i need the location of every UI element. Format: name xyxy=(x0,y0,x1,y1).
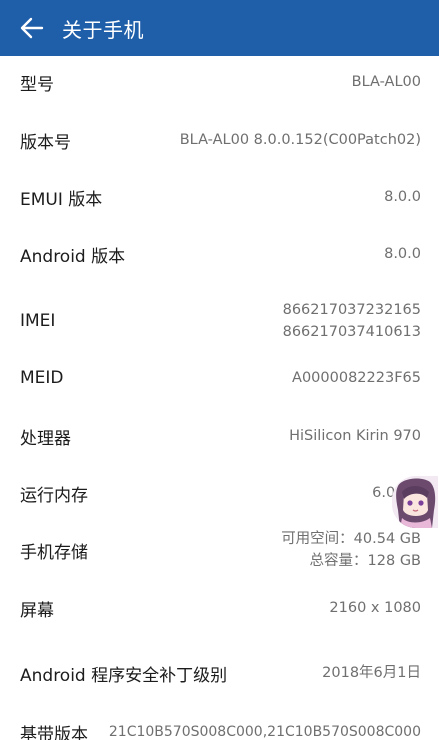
anime-avatar-icon xyxy=(392,476,438,528)
app-bar: 关于手机 xyxy=(0,0,439,56)
row-label: 手机存储 xyxy=(20,542,88,563)
info-row-security-patch[interactable]: Android 程序安全补丁级别 2018年6月1日 xyxy=(0,644,439,702)
row-label: 型号 xyxy=(20,74,54,95)
info-row-storage[interactable]: 手机存储 可用空间：40.54 GB 总容量：128 GB xyxy=(0,520,439,580)
row-value: A0000082223F65 xyxy=(292,370,421,386)
row-value: BLA-AL00 xyxy=(351,74,421,90)
back-button[interactable] xyxy=(4,0,60,56)
page-title: 关于手机 xyxy=(62,17,144,42)
row-label: 基带版本 xyxy=(20,724,88,740)
info-row-ram[interactable]: 运行内存 6.0 GB xyxy=(0,465,439,521)
row-value: 21C10B570S008C000,21C10B570S008C000 xyxy=(108,724,421,740)
imei-1: 866217037232165 xyxy=(282,302,421,318)
row-value: 2160 x 1080 xyxy=(329,600,421,616)
row-value: 866217037232165 866217037410613 xyxy=(283,299,421,343)
info-row-baseband[interactable]: 基带版本 21C10B570S008C000,21C10B570S008C000 xyxy=(0,712,439,740)
row-label: IMEI xyxy=(20,311,56,331)
floating-avatar[interactable] xyxy=(392,476,438,528)
back-arrow-icon xyxy=(20,17,44,39)
row-value: 8.0.0 xyxy=(384,189,421,205)
info-row-emui-version[interactable]: EMUI 版本 8.0.0 xyxy=(0,170,439,224)
row-value: HiSilicon Kirin 970 xyxy=(289,428,421,444)
row-label: Android 程序安全补丁级别 xyxy=(20,665,228,686)
row-label: 运行内存 xyxy=(20,485,88,506)
row-value: 8.0.0 xyxy=(384,246,421,262)
row-label: 处理器 xyxy=(20,428,71,449)
imei-2: 866217037410613 xyxy=(282,324,421,340)
about-phone-screen: 关于手机 型号 BLA-AL00 版本号 BLA-AL00 8.0.0.152(… xyxy=(0,0,439,740)
info-row-imei[interactable]: IMEI 866217037232165 866217037410613 xyxy=(0,290,439,352)
storage-total: 总容量：128 GB xyxy=(309,553,421,569)
info-row-meid[interactable]: MEID A0000082223F65 xyxy=(0,350,439,406)
row-value: 可用空间：40.54 GB 总容量：128 GB xyxy=(281,528,421,572)
info-row-model[interactable]: 型号 BLA-AL00 xyxy=(0,56,439,108)
row-label: EMUI 版本 xyxy=(20,189,103,210)
row-label: 屏幕 xyxy=(20,600,54,621)
row-value: BLA-AL00 8.0.0.152(C00Patch02) xyxy=(179,132,421,148)
storage-available: 可用空间：40.54 GB xyxy=(281,531,421,547)
row-value: 2018年6月1日 xyxy=(322,665,421,681)
row-label: Android 版本 xyxy=(20,246,126,267)
row-label: MEID xyxy=(20,368,64,388)
info-row-android-version[interactable]: Android 版本 8.0.0 xyxy=(0,226,439,282)
info-row-build-number[interactable]: 版本号 BLA-AL00 8.0.0.152(C00Patch02) xyxy=(0,112,439,168)
row-label: 版本号 xyxy=(20,132,71,153)
info-row-processor[interactable]: 处理器 HiSilicon Kirin 970 xyxy=(0,408,439,464)
info-row-screen[interactable]: 屏幕 2160 x 1080 xyxy=(0,580,439,636)
